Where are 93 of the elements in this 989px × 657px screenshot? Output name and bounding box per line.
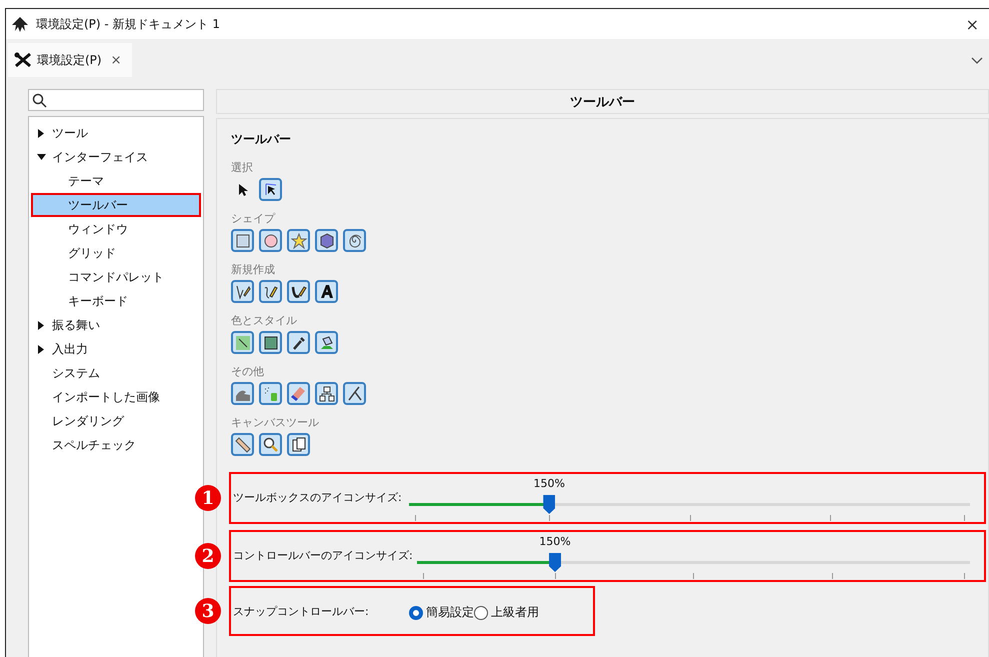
- group-label: その他: [231, 364, 265, 379]
- preferences-tab[interactable]: 環境設定(P) ×: [8, 43, 132, 77]
- chevron-down-icon[interactable]: [971, 57, 983, 65]
- tool-toggle-button[interactable]: [259, 229, 282, 252]
- tool-toggle-button[interactable]: [231, 331, 254, 354]
- search-icon: [32, 92, 47, 108]
- pen-icon: [234, 284, 250, 300]
- gradient-icon: [234, 334, 250, 350]
- tool-toggle-button[interactable]: [287, 331, 310, 354]
- tool-toggle-button[interactable]: [231, 280, 254, 303]
- close-button[interactable]: ×: [962, 14, 983, 34]
- tool-toggle-button[interactable]: [287, 280, 310, 303]
- tool-toggle-button[interactable]: [315, 331, 338, 354]
- tree-item[interactable]: インターフェイス: [31, 145, 201, 169]
- circle-icon: [264, 234, 278, 248]
- slider-thumb[interactable]: [543, 495, 556, 514]
- tools-icon: [14, 52, 32, 68]
- setting-label: ツールボックスのアイコンサイズ:: [232, 490, 403, 506]
- group-label: 色とスタイル: [231, 313, 298, 328]
- dropper-icon: [290, 334, 306, 350]
- radio-option[interactable]: 上級者用: [474, 604, 539, 621]
- tool-toggle-button[interactable]: [231, 229, 254, 252]
- tool-toggle-button[interactable]: [287, 382, 310, 405]
- window-title: 環境設定(P) - 新規ドキュメント 1: [36, 16, 222, 32]
- rectangle-icon: [236, 234, 250, 248]
- spray-icon: [262, 386, 278, 402]
- tool-toggle-button[interactable]: [259, 280, 282, 303]
- tree-item[interactable]: テーマ: [31, 169, 201, 193]
- measure-icon: [346, 386, 362, 402]
- node-icon: [262, 182, 278, 198]
- tool-toggle-button[interactable]: [315, 229, 338, 252]
- tool-toggle-button[interactable]: [231, 433, 254, 456]
- slider-thumb[interactable]: [549, 553, 562, 572]
- tree-item[interactable]: グリッド: [31, 241, 201, 265]
- zoom-icon: [262, 436, 278, 452]
- spiral-icon: [346, 232, 362, 248]
- tool-toggle-button[interactable]: [231, 382, 254, 405]
- tool-toggle-button[interactable]: [343, 229, 366, 252]
- callout-number: 3: [195, 598, 221, 624]
- pointer-icon: [236, 182, 248, 196]
- collapsed-arrow-icon[interactable]: [37, 320, 46, 330]
- cube-icon: [318, 232, 334, 248]
- tool-toggle-button[interactable]: [315, 280, 338, 303]
- pages-icon: [290, 436, 306, 452]
- expanded-arrow-icon[interactable]: [37, 152, 46, 162]
- star-icon: [290, 232, 306, 248]
- tool-toggle-button[interactable]: [287, 433, 310, 456]
- tool-toggle-button[interactable]: [315, 382, 338, 405]
- panel-header: ツールバー: [216, 89, 989, 114]
- tree-item[interactable]: ツール: [31, 121, 201, 145]
- tree-item[interactable]: キーボード: [31, 289, 201, 313]
- radio-option[interactable]: 簡易設定: [409, 604, 474, 621]
- slider-value: 150%: [534, 477, 565, 490]
- tool-toggle-button[interactable]: [259, 382, 282, 405]
- app-logo-icon: [12, 16, 28, 32]
- tab-close-button[interactable]: ×: [110, 52, 122, 68]
- section-heading: ツールバー: [231, 131, 292, 148]
- calligraphy-icon: [290, 284, 306, 300]
- group-label: シェイプ: [231, 211, 276, 226]
- collapsed-arrow-icon[interactable]: [37, 128, 46, 138]
- ruler-icon: [234, 436, 250, 452]
- eraser-icon: [290, 386, 306, 402]
- collapsed-arrow-icon[interactable]: [37, 344, 46, 354]
- radio-button[interactable]: [474, 606, 488, 620]
- tool-toggle-button[interactable]: [259, 433, 282, 456]
- tree-item[interactable]: システム: [31, 361, 201, 385]
- text-tool-icon: [320, 284, 334, 299]
- tool-toggle-button[interactable]: [259, 331, 282, 354]
- tree-item[interactable]: レンダリング: [31, 409, 201, 433]
- connector-icon: [318, 386, 334, 402]
- pencil-icon: [262, 284, 278, 300]
- callout-number: 2: [195, 543, 221, 569]
- group-label: 新規作成: [231, 262, 276, 277]
- radio-button[interactable]: [409, 606, 423, 620]
- tree-item[interactable]: ツールバー: [31, 193, 201, 217]
- tree-item[interactable]: ウィンドウ: [31, 217, 201, 241]
- tree-item[interactable]: スペルチェック: [31, 433, 201, 457]
- mesh-icon: [262, 334, 278, 350]
- paint-bucket-icon: [318, 334, 334, 350]
- slider-value: 150%: [539, 535, 571, 548]
- tree-item[interactable]: コマンドパレット: [31, 265, 201, 289]
- tree-item[interactable]: 振る舞い: [31, 313, 201, 337]
- tool-toggle-button[interactable]: [287, 229, 310, 252]
- tree-item[interactable]: 入出力: [31, 337, 201, 361]
- tool-toggle-button[interactable]: [259, 178, 282, 201]
- setting-label: コントロールバーのアイコンサイズ:: [232, 548, 414, 564]
- group-label: 選択: [231, 160, 254, 175]
- setting-label: スナップコントロールバー:: [232, 604, 370, 620]
- tree-item[interactable]: インポートした画像: [31, 385, 201, 409]
- search-field[interactable]: [28, 89, 204, 111]
- group-label: キャンバスツール: [231, 415, 320, 430]
- tool-toggle-button[interactable]: [343, 382, 366, 405]
- callout-number: 1: [195, 485, 221, 511]
